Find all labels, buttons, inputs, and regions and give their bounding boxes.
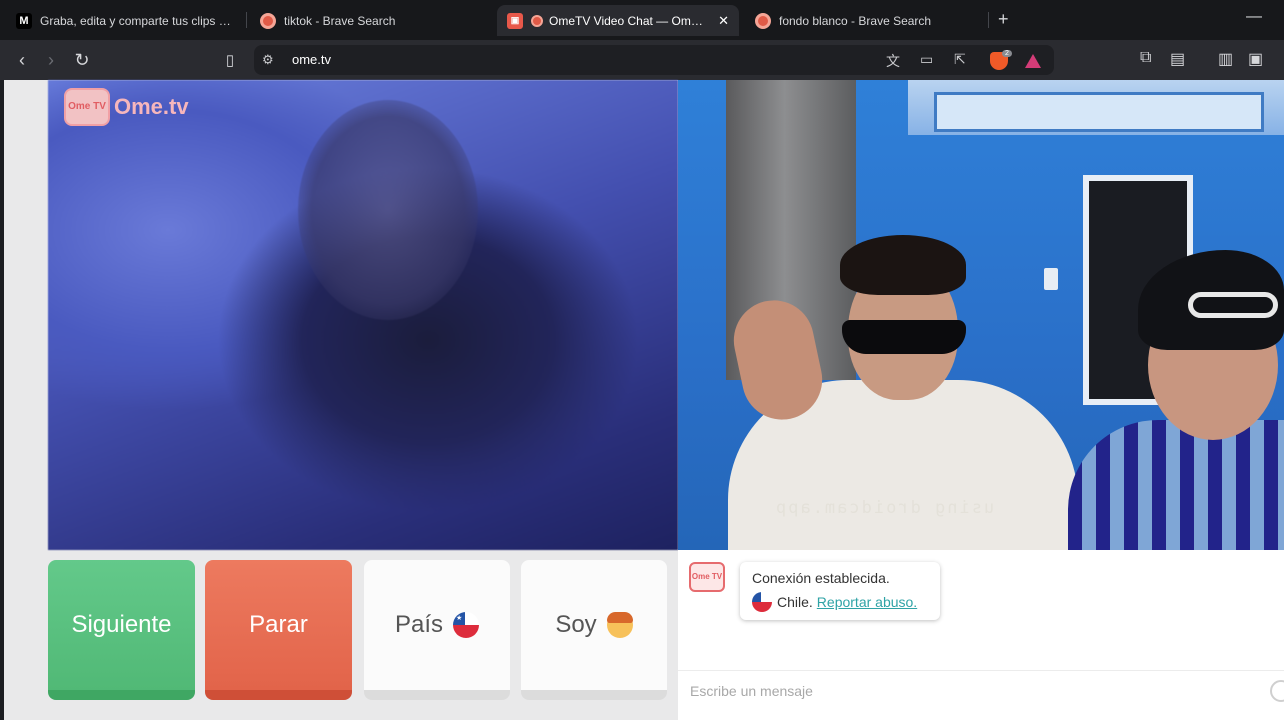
chile-flag-icon: [752, 592, 772, 612]
chat-divider: [678, 670, 1284, 671]
stop-button[interactable]: Parar: [205, 560, 352, 700]
back-icon[interactable]: ‹: [11, 49, 33, 71]
country-button[interactable]: País ★: [364, 560, 510, 700]
tab-bar: M Graba, edita y comparte tus clips y p …: [0, 0, 1284, 40]
m-icon: M: [16, 12, 32, 29]
tab-title: tiktok - Brave Search: [284, 13, 396, 28]
tab-title: Graba, edita y comparte tus clips y p: [40, 13, 234, 28]
brave-icon: [260, 12, 276, 29]
brave-rewards-icon[interactable]: [1025, 54, 1041, 68]
close-tab-icon[interactable]: ✕: [718, 13, 729, 29]
logo-name: Ome.tv: [114, 94, 189, 119]
chile-flag-icon: ★: [453, 612, 480, 638]
report-abuse-link[interactable]: Reportar abuso.: [817, 594, 917, 610]
striped-shirt: [1068, 420, 1284, 550]
brave-icon: [755, 12, 771, 29]
gender-button[interactable]: Soy: [521, 560, 667, 700]
tab-separator: [988, 12, 989, 28]
next-label: Siguiente: [71, 611, 172, 638]
glasses: [1188, 292, 1278, 318]
forward-icon[interactable]: ›: [40, 49, 62, 71]
tab-fondo-blanco[interactable]: fondo blanco - Brave Search: [745, 5, 985, 36]
reload-icon[interactable]: ↻: [71, 49, 93, 71]
partner-country: Chile.: [777, 594, 813, 610]
site-settings-icon[interactable]: ⚙: [262, 52, 274, 68]
recording-icon: [531, 14, 543, 27]
address-bar[interactable]: ⚙ ome.tv 文 ▭ ⇱ 2: [254, 45, 1054, 75]
wallet-icon[interactable]: ▤: [1170, 49, 1185, 69]
tab-clips[interactable]: M Graba, edita y comparte tus clips y p: [6, 5, 244, 36]
next-button[interactable]: Siguiente: [48, 560, 195, 700]
tab-title: fondo blanco - Brave Search: [779, 13, 932, 28]
ometv-chat-icon: Ome TV: [689, 562, 725, 592]
tab-ometv[interactable]: ▣ OmeTV Video Chat — Omegl ✕: [497, 5, 739, 36]
connection-status: Conexión establecida.: [752, 570, 890, 586]
stop-label: Parar: [249, 611, 308, 638]
ometv-logo: Ome TV Ome.tv: [64, 88, 189, 126]
leo-icon[interactable]: ▣: [1248, 49, 1263, 69]
local-video: [48, 80, 678, 550]
share-icon[interactable]: ⇱: [954, 51, 966, 68]
url-text: ome.tv: [292, 52, 332, 67]
ometv-tv-icon: Ome TV: [64, 88, 110, 126]
translate-icon[interactable]: 文: [886, 51, 900, 71]
shield-count-badge: 2: [1002, 50, 1012, 57]
ceiling-light: [934, 92, 1264, 132]
extensions-icon[interactable]: ⧉: [1140, 49, 1151, 67]
minimize-button[interactable]: —: [1246, 8, 1262, 26]
tab-title: OmeTV Video Chat — Omegl: [549, 13, 705, 28]
sunglasses: [842, 320, 966, 354]
chat-panel: Ome TV Conexión establecida. Chile. Repo…: [678, 550, 1284, 720]
message-input[interactable]: [678, 676, 1258, 706]
cast-icon[interactable]: ▭: [920, 51, 933, 68]
system-message: Conexión establecida. Chile. Reportar ab…: [740, 562, 940, 620]
droidcam-watermark: using droidcam.app: [774, 498, 995, 518]
ometv-page: Ome TV Ome.tv using droidcam.app Siguien…: [4, 80, 1284, 720]
person-cap: [1068, 250, 1284, 550]
ometv-icon: ▣: [507, 12, 523, 29]
boy-icon: [606, 612, 633, 638]
hair: [840, 235, 966, 295]
new-tab-button[interactable]: +: [998, 9, 1009, 30]
tab-tiktok-search[interactable]: tiktok - Brave Search: [250, 5, 490, 36]
gender-label: Soy: [555, 611, 597, 638]
tab-separator: [246, 12, 247, 28]
country-label: País: [394, 611, 444, 638]
remote-video: using droidcam.app: [678, 80, 1284, 550]
sidebar-icon[interactable]: ▥: [1218, 49, 1233, 69]
bookmark-icon[interactable]: ▯: [219, 49, 241, 71]
emoji-icon[interactable]: [1270, 680, 1284, 702]
browser-toolbar: ‹ › ↻ ▯ ⚙ ome.tv 文 ▭ ⇱ 2 ⧉ ▤ ▥ ▣: [0, 40, 1284, 80]
